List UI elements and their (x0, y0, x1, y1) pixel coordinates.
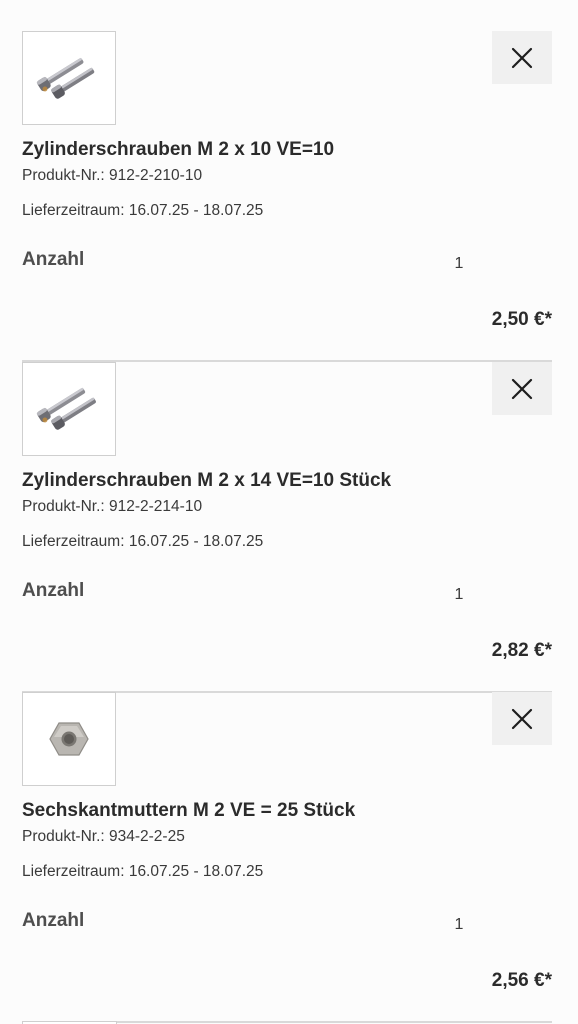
product-title[interactable]: Zylinderschrauben M 2 x 10 VE=10 (22, 139, 334, 161)
remove-item-button[interactable] (492, 692, 552, 745)
item-price: 2,56 €* (491, 970, 552, 991)
screw-icon (36, 387, 96, 430)
product-number: Produkt-Nr.: 912-2-214-10 (22, 498, 203, 515)
quantity-label: Anzahl (22, 580, 85, 601)
delivery-period: Lieferzeitraum: 16.07.25 - 18.07.25 (22, 533, 264, 550)
product-image[interactable] (22, 362, 116, 456)
quantity-label: Anzahl (22, 910, 85, 931)
remove-item-button[interactable] (492, 31, 552, 84)
product-number: Produkt-Nr.: 912-2-210-10 (22, 167, 203, 184)
quantity-select[interactable]: 1 (452, 916, 466, 934)
product-image[interactable] (22, 692, 116, 786)
delivery-period: Lieferzeitraum: 16.07.25 - 18.07.25 (22, 202, 264, 219)
cart-item: Sechskantmuttern M 2 VE = 25 Stück Produ… (22, 692, 552, 1023)
quantity-select[interactable]: 1 (452, 255, 466, 273)
cart-item: Zylinderschrauben M 2 x 14 VE=10 Stück P… (22, 362, 552, 693)
item-price: 2,50 €* (491, 309, 552, 330)
cart-item-list: Zylinderschrauben M 2 x 10 VE=10 Produkt… (0, 0, 578, 1024)
item-price: 2,82 €* (491, 640, 552, 661)
close-icon (511, 47, 533, 68)
product-title[interactable]: Sechskantmuttern M 2 VE = 25 Stück (22, 800, 355, 822)
cart-item: Zylinderschrauben M 2 x 10 VE=10 Produkt… (22, 31, 552, 362)
hex-nut-icon (49, 722, 89, 756)
close-icon (511, 378, 533, 399)
close-icon (511, 708, 533, 729)
delivery-period: Lieferzeitraum: 16.07.25 - 18.07.25 (22, 863, 264, 880)
screw-icon (36, 57, 95, 99)
product-title[interactable]: Zylinderschrauben M 2 x 14 VE=10 Stück (22, 470, 391, 492)
quantity-select[interactable]: 1 (452, 586, 466, 604)
remove-item-button[interactable] (492, 362, 552, 415)
product-number: Produkt-Nr.: 934-2-2-25 (22, 828, 185, 845)
quantity-label: Anzahl (22, 249, 85, 270)
product-image[interactable] (22, 31, 116, 125)
